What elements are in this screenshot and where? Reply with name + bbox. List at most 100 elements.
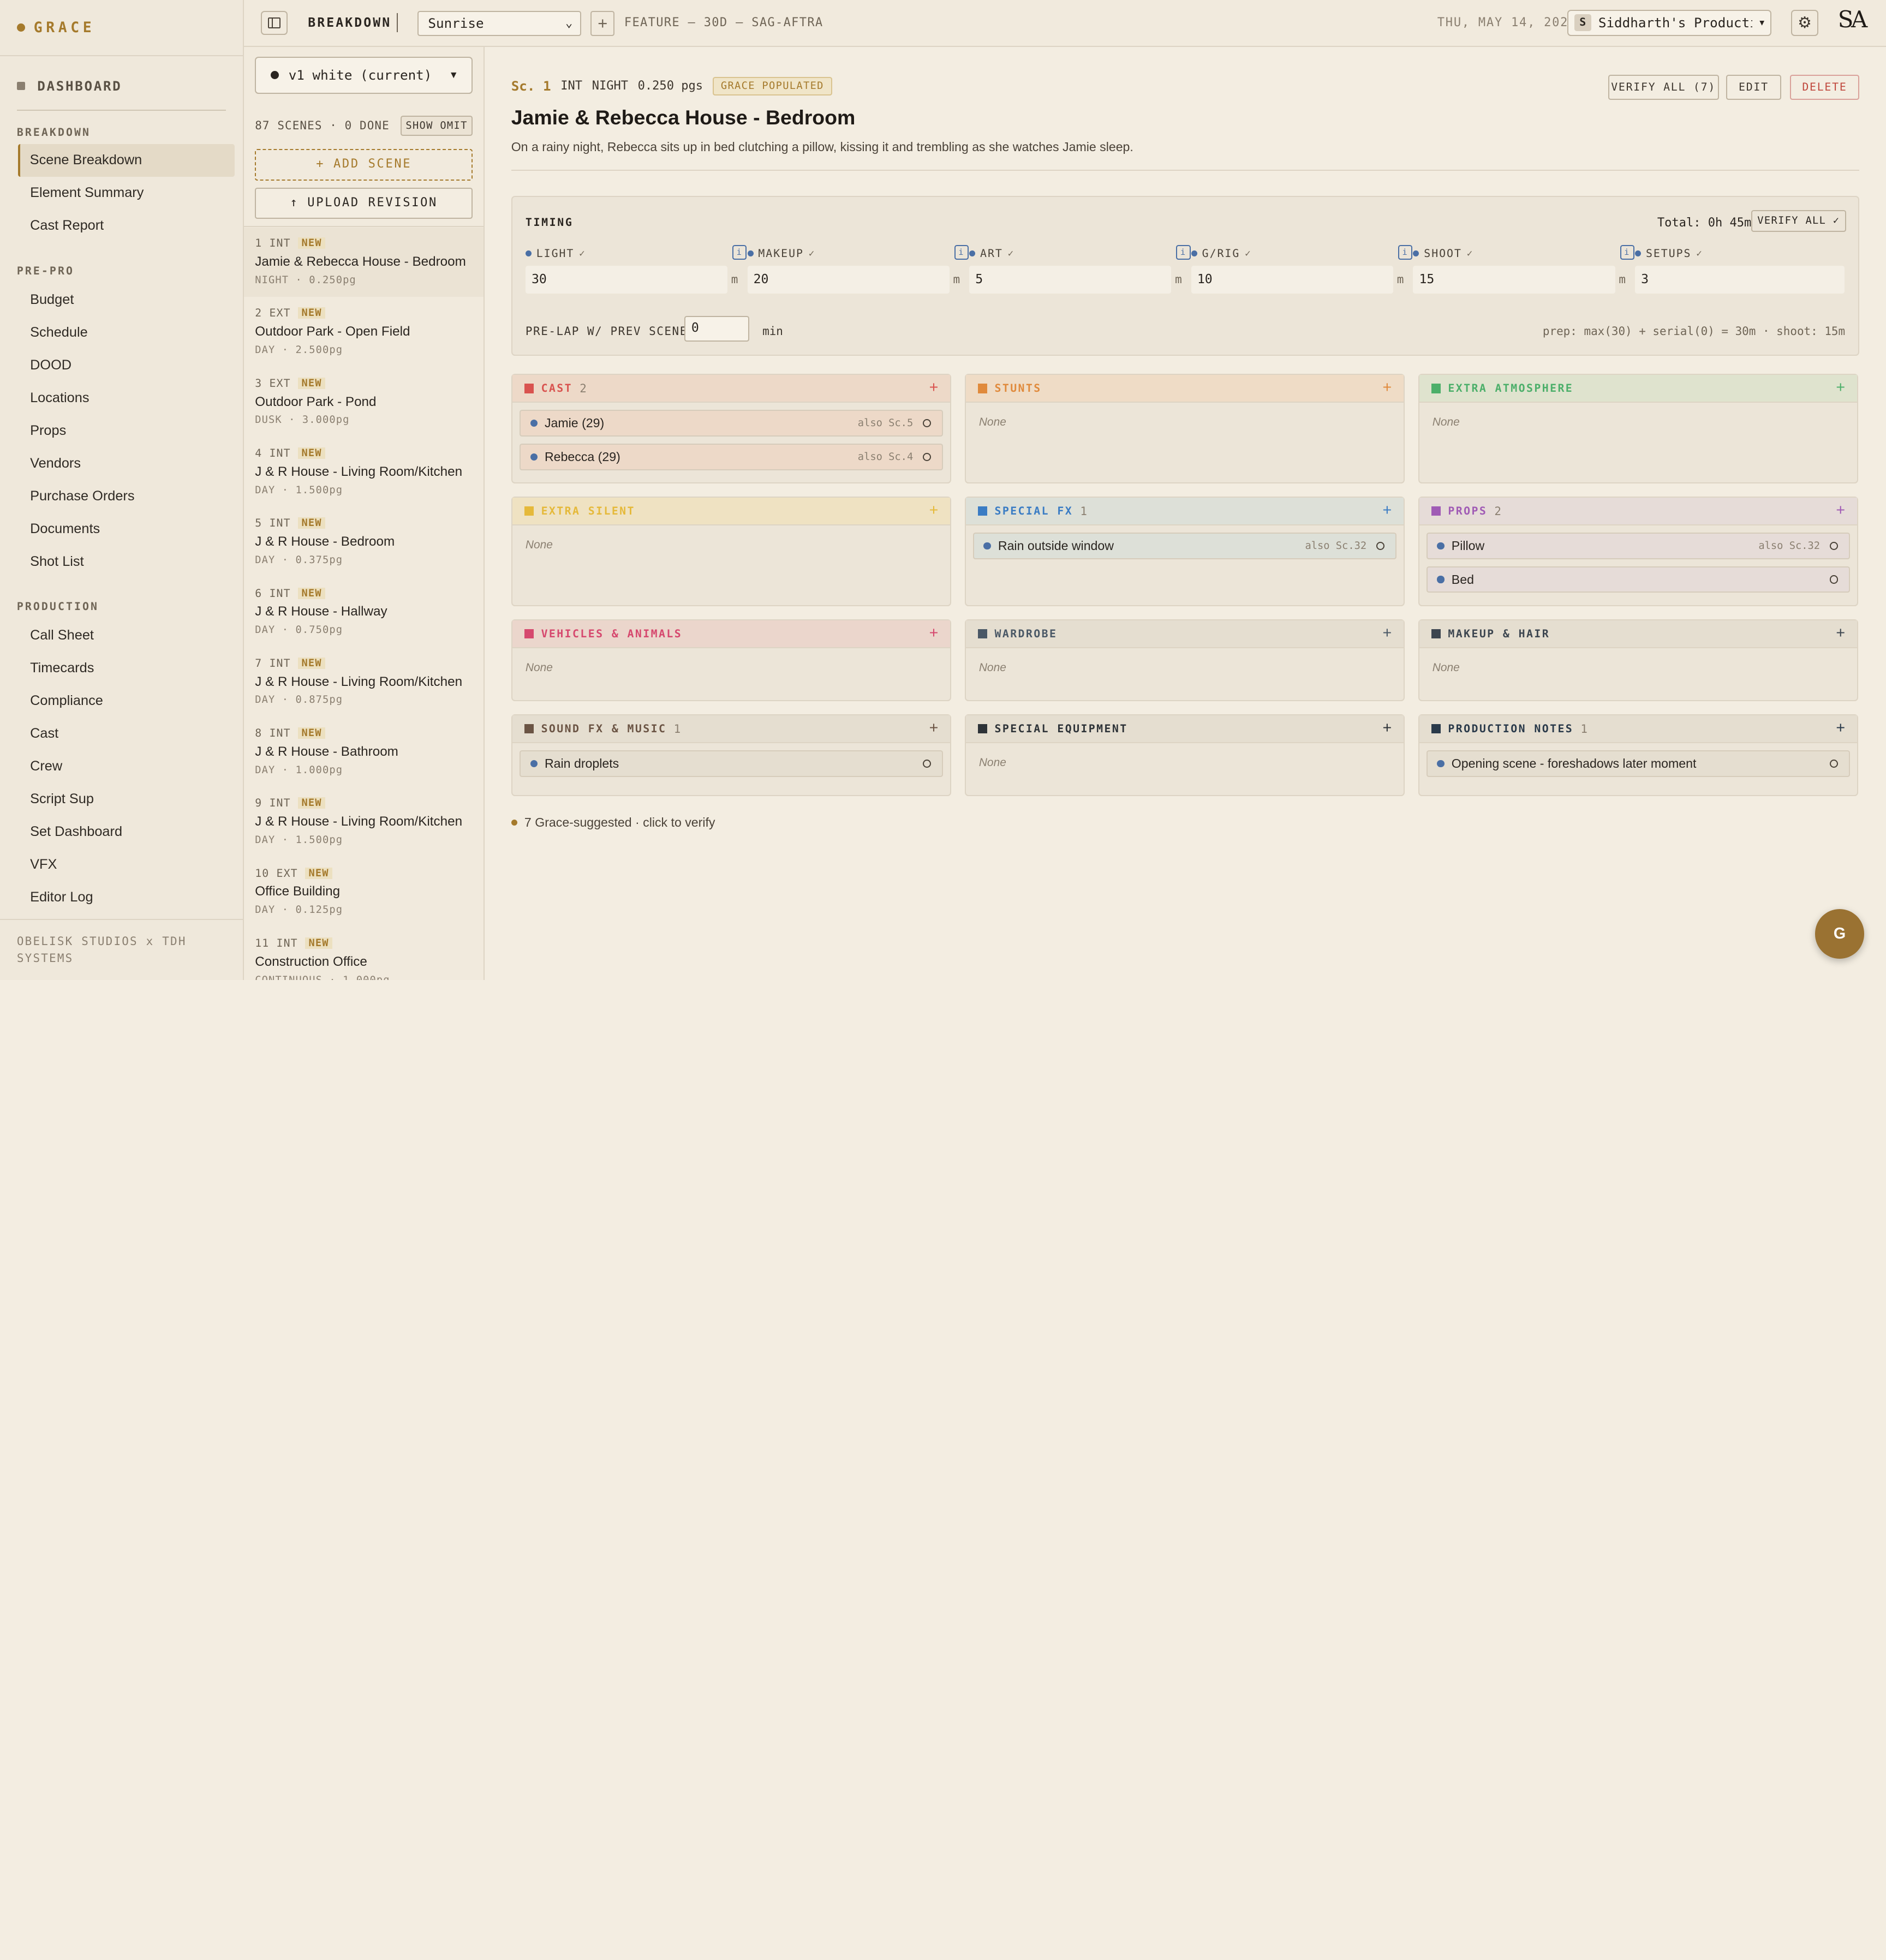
sidebar-item-compliance[interactable]: Compliance	[18, 685, 235, 718]
dashboard-icon	[16, 82, 26, 91]
scene-list-item[interactable]: 10 EXT NEW Office Building DAY · 0.125pg	[244, 857, 484, 927]
verify-circle-icon[interactable]	[922, 419, 932, 428]
verify-circle-icon[interactable]	[1829, 759, 1839, 768]
sidebar-item-vendors[interactable]: Vendors	[18, 447, 235, 480]
sidebar-item-call-sheet[interactable]: Call Sheet	[18, 619, 235, 652]
company-switcher[interactable]: S Siddharth's Producti… ▾	[1567, 9, 1772, 37]
collapse-sidebar-button[interactable]	[261, 10, 288, 35]
sidebar-item-schedule[interactable]: Schedule	[18, 316, 235, 349]
scene-list-item[interactable]: 1 INT NEW Jamie & Rebecca House - Bedroom NI…	[244, 227, 484, 297]
scene-list-item[interactable]: 4 INT NEW J & R House - Living Room/Kitchen…	[244, 437, 484, 507]
brand[interactable]: GRACE	[16, 19, 96, 36]
sidebar-item-locations[interactable]: Locations	[18, 382, 235, 415]
add-element-button[interactable]: +	[929, 501, 939, 519]
scene-list-item[interactable]: 9 INT NEW J & R House - Living Room/Kitchen…	[244, 787, 484, 857]
revision-select[interactable]: v1 white (current) ▼	[255, 56, 473, 94]
scene-list-item[interactable]: 11 INT NEW Construction Office CONTINUOUS · …	[244, 927, 484, 980]
sidebar-item-editor-log[interactable]: Editor Log	[18, 881, 235, 914]
element-item[interactable]: Opening scene - foreshadows later moment	[1426, 750, 1850, 777]
show-omit-button[interactable]: SHOW OMIT	[400, 115, 473, 136]
scene-list-item[interactable]: 7 INT NEW J & R House - Living Room/Kitchen…	[244, 647, 484, 717]
info-icon[interactable]: i	[1398, 245, 1413, 260]
timing-field-input[interactable]: 15	[1413, 265, 1615, 294]
timing-field-input[interactable]: 20	[747, 265, 950, 294]
scene-item-meta: 4 INT NEW	[255, 447, 473, 459]
scene-list-item[interactable]: 2 EXT NEW Outdoor Park - Open Field DAY · 2.…	[244, 297, 484, 367]
grace-suggestion-note[interactable]: 7 Grace-suggested · click to verify	[511, 815, 715, 830]
add-project-button[interactable]: +	[590, 10, 615, 37]
verify-circle-icon[interactable]	[922, 759, 932, 768]
sidebar-item-purchase-orders[interactable]: Purchase Orders	[18, 480, 235, 513]
verify-circle-icon[interactable]	[922, 452, 932, 461]
info-icon[interactable]: i	[1620, 245, 1634, 260]
timing-field-input[interactable]: 5	[969, 265, 1172, 294]
scene-item-meta: 7 INT NEW	[255, 657, 473, 670]
prelap-input[interactable]: 0	[684, 316, 749, 342]
category-count: 2	[580, 381, 587, 395]
timing-field-makeup: MAKEUP ✓ i 20 m	[747, 245, 969, 294]
verify-circle-icon[interactable]	[1376, 541, 1385, 551]
grace-suggestion-text: 7 Grace-suggested · click to verify	[524, 815, 715, 830]
scene-list-item[interactable]: 3 EXT NEW Outdoor Park - Pond DUSK · 3.000pg	[244, 367, 484, 437]
sidebar-item-set-dashboard[interactable]: Set Dashboard	[18, 816, 235, 848]
sidebar-item-cast-report[interactable]: Cast Report	[18, 210, 235, 242]
scene-item-int-ext: INT	[269, 517, 291, 530]
info-icon[interactable]: i	[732, 245, 747, 260]
element-item[interactable]: Pillow also Sc.32	[1426, 533, 1850, 559]
delete-button[interactable]: DELETE	[1789, 74, 1860, 100]
add-element-button[interactable]: +	[929, 379, 939, 397]
sidebar-item-dood[interactable]: DOOD	[18, 349, 235, 382]
element-item[interactable]: Rain outside window also Sc.32	[972, 533, 1397, 559]
add-element-button[interactable]: +	[1836, 624, 1845, 642]
element-item[interactable]: Bed	[1426, 566, 1850, 593]
edit-button[interactable]: EDIT	[1726, 74, 1782, 100]
sidebar-item-element-summary[interactable]: Element Summary	[18, 177, 235, 210]
verify-circle-icon[interactable]	[1829, 541, 1839, 551]
add-element-button[interactable]: +	[1382, 379, 1392, 397]
sidebar-item-shot-list[interactable]: Shot List	[18, 546, 235, 578]
sidebar-item-crew[interactable]: Crew	[18, 750, 235, 783]
add-element-button[interactable]: +	[1836, 379, 1845, 397]
sidebar-item-dashboard[interactable]: DASHBOARD	[16, 78, 122, 94]
add-element-button[interactable]: +	[1382, 719, 1392, 737]
timing-verify-all-button[interactable]: VERIFY ALL ✓	[1751, 210, 1846, 232]
add-element-button[interactable]: +	[1382, 624, 1392, 642]
scene-item-int-ext: INT	[269, 797, 291, 810]
timing-field-input[interactable]: 3	[1635, 265, 1845, 294]
category-name: CAST	[541, 382, 573, 395]
user-avatar[interactable]: SA	[1838, 6, 1867, 33]
info-icon[interactable]: i	[954, 245, 969, 260]
timing-field-input[interactable]: 30	[525, 265, 728, 294]
sidebar-item-script-sup[interactable]: Script Sup	[18, 783, 235, 816]
grace-assistant-button[interactable]: G	[1815, 909, 1865, 959]
scene-list-item[interactable]: 5 INT NEW J & R House - Bedroom DAY · 0.375p…	[244, 507, 484, 577]
element-item[interactable]: Jamie (29) also Sc.5	[519, 410, 944, 437]
add-element-button[interactable]: +	[1836, 501, 1845, 519]
sidebar-item-scene-breakdown[interactable]: Scene Breakdown	[18, 144, 235, 177]
element-item[interactable]: Rebecca (29) also Sc.4	[519, 444, 944, 470]
add-element-button[interactable]: +	[929, 624, 939, 642]
sidebar-item-documents[interactable]: Documents	[18, 513, 235, 546]
scene-item-name: J & R House - Living Room/Kitchen	[255, 674, 463, 689]
sidebar-item-cast[interactable]: Cast	[18, 718, 235, 750]
add-element-button[interactable]: +	[1836, 719, 1845, 737]
element-item[interactable]: Rain droplets	[519, 750, 944, 777]
sidebar-item-budget[interactable]: Budget	[18, 284, 235, 316]
upload-revision-button[interactable]: ↑ UPLOAD REVISION	[255, 187, 473, 219]
check-icon: ✓	[1696, 248, 1703, 259]
add-element-button[interactable]: +	[1382, 501, 1392, 519]
verify-all-button[interactable]: VERIFY ALL (7)	[1608, 74, 1719, 100]
verify-circle-icon[interactable]	[1829, 575, 1839, 584]
project-select[interactable]: Sunrise ⌄	[417, 10, 581, 37]
scene-list-item[interactable]: 8 INT NEW J & R House - Bathroom DAY · 1.000…	[244, 717, 484, 787]
sidebar-item-vfx[interactable]: VFX	[18, 848, 235, 881]
settings-button[interactable]: ⚙	[1790, 9, 1819, 37]
scene-list-item[interactable]: 6 INT NEW J & R House - Hallway DAY · 0.750p…	[244, 577, 484, 647]
add-scene-button[interactable]: + ADD SCENE	[255, 149, 473, 181]
info-icon[interactable]: i	[1176, 245, 1191, 260]
category-name: SOUND FX & MUSIC	[541, 722, 667, 736]
timing-field-input[interactable]: 10	[1191, 265, 1394, 294]
sidebar-item-props[interactable]: Props	[18, 415, 235, 447]
sidebar-item-timecards[interactable]: Timecards	[18, 652, 235, 685]
add-element-button[interactable]: +	[929, 719, 939, 737]
